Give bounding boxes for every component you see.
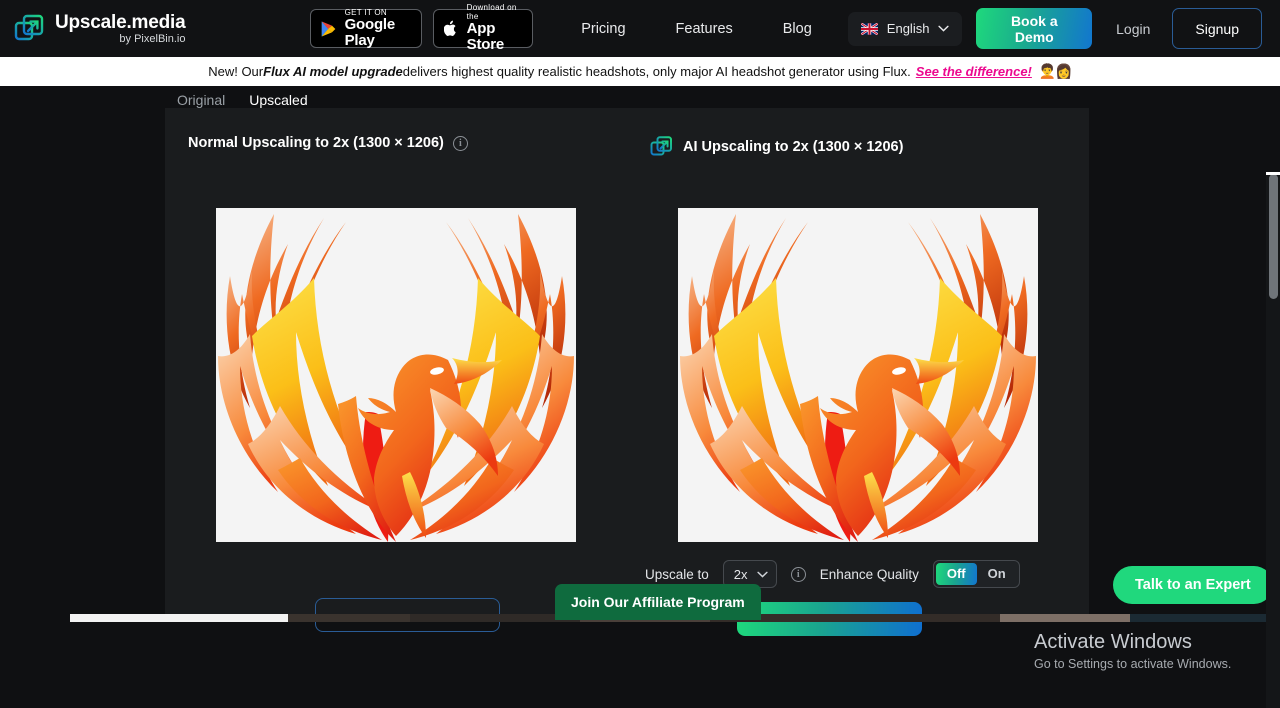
phoenix-logo: [216, 208, 576, 542]
page-scrollbar-thumb[interactable]: [1269, 174, 1278, 299]
strip-segment: [1130, 614, 1280, 622]
announcement-bold: Flux AI model upgrade: [263, 64, 403, 79]
info-icon[interactable]: i: [453, 136, 468, 151]
see-the-difference-link[interactable]: See the difference!: [916, 64, 1032, 79]
ai-upscale-icon: [650, 135, 674, 159]
upscale-to-label: Upscale to: [645, 567, 709, 582]
top-navigation-bar: Upscale.media by PixelBin.io GET IT ON G…: [0, 0, 1280, 57]
info-icon[interactable]: i: [791, 567, 806, 582]
brand-logo-link[interactable]: Upscale.media by PixelBin.io: [14, 13, 185, 45]
talk-to-expert-button[interactable]: Talk to an Expert: [1113, 566, 1273, 604]
app-store-small-label: Download on the: [467, 4, 520, 21]
phoenix-logo: [678, 208, 1038, 542]
nav-link-features[interactable]: Features: [651, 21, 758, 37]
page-body: Original Upscaled Normal Upscaling to 2x…: [0, 86, 1280, 622]
normal-upscaled-image: [216, 208, 576, 542]
nav-link-pricing[interactable]: Pricing: [556, 21, 650, 37]
apple-icon: [444, 17, 458, 40]
google-play-badge[interactable]: GET IT ON Google Play: [310, 9, 422, 48]
expand-arrow-icon: [14, 13, 46, 45]
chevron-down-icon: [938, 25, 949, 32]
ai-upscaling-panel: AI Upscaling to 2x (1300 × 1206): [627, 108, 1089, 622]
strip-segment: [70, 614, 288, 622]
book-a-demo-button[interactable]: Book a Demo: [976, 8, 1092, 49]
watermark-title: Activate Windows: [1034, 629, 1231, 655]
signup-button[interactable]: Signup: [1172, 8, 1262, 49]
nav-links: Pricing Features Blog: [556, 21, 837, 37]
strip-segment: [0, 614, 70, 622]
ai-panel-title: AI Upscaling to 2x (1300 × 1206): [683, 139, 903, 155]
enhance-quality-toggle[interactable]: Off On: [933, 560, 1020, 588]
app-store-label: App Store: [467, 21, 520, 53]
strip-segment: [288, 614, 410, 622]
brand-name: Upscale.media: [55, 13, 185, 32]
upscale-factor-value: 2x: [734, 567, 748, 582]
uk-flag-icon: [861, 23, 878, 35]
enhance-quality-label: Enhance Quality: [820, 567, 919, 582]
normal-upscaling-panel: Normal Upscaling to 2x (1300 × 1206) i: [165, 108, 627, 622]
watermark-subtitle: Go to Settings to activate Windows.: [1034, 655, 1231, 673]
announcement-middle: delivers highest quality realistic heads…: [403, 64, 911, 79]
chevron-down-icon: [757, 571, 768, 578]
app-store-badge[interactable]: Download on the App Store: [433, 9, 533, 48]
nav-link-blog[interactable]: Blog: [758, 21, 837, 37]
announcement-banner: New! Our Flux AI model upgrade delivers …: [0, 57, 1280, 86]
windows-activation-watermark: Activate Windows Go to Settings to activ…: [1034, 629, 1231, 673]
google-play-icon: [321, 18, 336, 40]
enhance-option-off[interactable]: Off: [936, 563, 977, 585]
normal-panel-title: Normal Upscaling to 2x (1300 × 1206): [188, 135, 444, 151]
affiliate-program-banner[interactable]: Join Our Affiliate Program: [555, 584, 761, 620]
announcement-prefix: New! Our: [208, 64, 263, 79]
enhance-option-on[interactable]: On: [977, 563, 1017, 585]
scrollbar-top-cap: [1266, 172, 1280, 175]
comparison-panels: Normal Upscaling to 2x (1300 × 1206) i: [165, 108, 1090, 622]
login-link[interactable]: Login: [1106, 21, 1160, 37]
ai-panel-header: AI Upscaling to 2x (1300 × 1206): [650, 135, 1075, 159]
google-play-label: Google Play: [345, 17, 409, 49]
brand-subtitle: by PixelBin.io: [55, 34, 185, 45]
language-selector[interactable]: English: [848, 12, 963, 46]
normal-panel-header: Normal Upscaling to 2x (1300 × 1206) i: [188, 135, 613, 151]
language-label: English: [887, 21, 930, 36]
ai-upscaled-image: [678, 208, 1038, 542]
ai-image-wrapper: [627, 208, 1089, 542]
avatar-faces-icon: 🧑‍🦱👩: [1039, 63, 1072, 80]
normal-image-wrapper: [165, 208, 627, 542]
app-store-badges: GET IT ON Google Play Download on the Ap…: [310, 9, 533, 48]
strip-segment: [1000, 614, 1130, 622]
